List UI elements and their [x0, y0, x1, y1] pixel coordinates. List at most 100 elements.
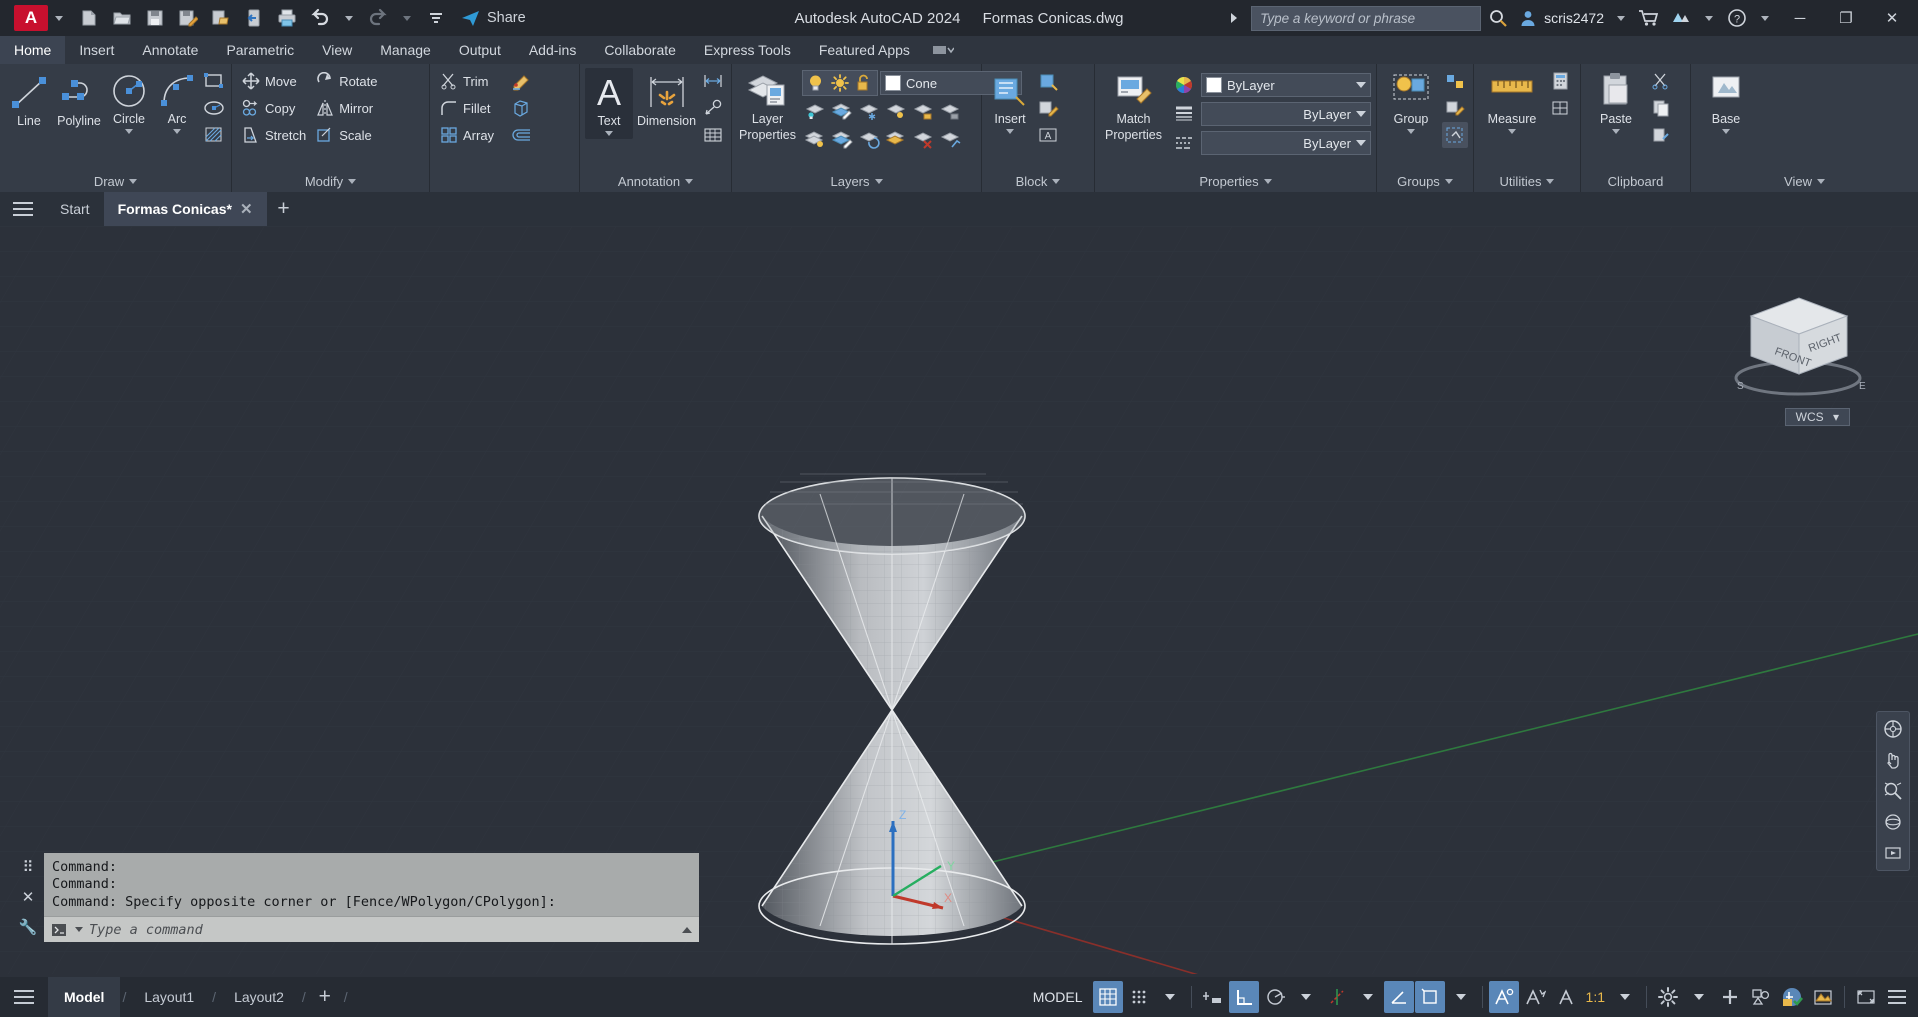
linear-dimension-icon[interactable] [700, 68, 726, 94]
save-icon[interactable] [140, 4, 170, 32]
color-selector[interactable]: ByLayer [1201, 73, 1371, 97]
command-settings-icon[interactable]: 🔧 [19, 918, 38, 936]
command-input[interactable]: Type a command [89, 922, 676, 938]
search-box[interactable] [1251, 5, 1482, 31]
dimension-button[interactable]: Dimension [635, 68, 698, 132]
linetype-chevron-down-icon[interactable] [1356, 140, 1366, 146]
user-account-button[interactable]: scris2472 [1515, 9, 1608, 27]
polyline-button[interactable]: Polyline [55, 68, 103, 132]
mirror-button[interactable]: Mirror [311, 95, 382, 121]
id-point-icon[interactable] [1547, 95, 1573, 121]
linetype-icon[interactable] [1171, 130, 1197, 156]
file-tab-document[interactable]: Formas Conicas* ✕ [103, 192, 267, 226]
arc-button[interactable]: Arc [155, 68, 199, 137]
ribbon-tab-output[interactable]: Output [445, 36, 515, 64]
fillet-button[interactable]: Fillet [435, 95, 508, 121]
open-icon[interactable] [107, 4, 137, 32]
lightbulb-on-icon[interactable] [804, 72, 828, 94]
pan-icon[interactable] [1880, 749, 1906, 771]
layer-freeze-icon[interactable] [856, 98, 882, 124]
command-close-icon[interactable]: ✕ [22, 888, 35, 906]
insert-button[interactable]: Insert [987, 68, 1033, 137]
ribbon-tab-annotate[interactable]: Annotate [128, 36, 212, 64]
layer-change-icon[interactable] [829, 126, 855, 152]
status-bar-menu-icon[interactable] [1882, 981, 1912, 1013]
layer-walk-icon[interactable] [937, 126, 963, 152]
layer-properties-button[interactable]: Layer Properties [737, 68, 798, 146]
object-snap-toggle[interactable] [1383, 981, 1414, 1013]
minimize-button[interactable]: ─ [1778, 0, 1822, 36]
ribbon-tab-manage[interactable]: Manage [366, 36, 445, 64]
rotate-button[interactable]: Rotate [311, 68, 382, 94]
annotation-scale-toggle[interactable] [1551, 981, 1581, 1013]
cloud-chevron-icon[interactable] [1705, 15, 1713, 21]
layout-tab-model[interactable]: Model [48, 977, 121, 1017]
model-space-label[interactable]: MODEL [1024, 989, 1092, 1005]
move-button[interactable]: Move [237, 68, 311, 94]
linetype-selector[interactable]: ByLayer [1201, 131, 1371, 155]
layout-tab-layout2[interactable]: Layout2 [218, 977, 300, 1017]
lineweight-chevron-down-icon[interactable] [1356, 111, 1366, 117]
group-chevron-down-icon[interactable] [1407, 128, 1415, 134]
layer-off-icon[interactable] [883, 98, 909, 124]
copy-button[interactable]: Copy [237, 95, 311, 121]
lineweight-icon[interactable] [1171, 101, 1197, 127]
edit-block-icon[interactable] [1035, 95, 1061, 121]
panel-annotation-caption[interactable]: Annotation [580, 171, 731, 192]
offset-icon[interactable] [508, 122, 534, 148]
panel-groups-caption[interactable]: Groups [1377, 171, 1473, 192]
ellipse-icon[interactable] [201, 95, 227, 121]
panel-draw-caption[interactable]: Draw [0, 171, 231, 192]
grid-display-toggle[interactable] [1092, 981, 1123, 1013]
maximize-button[interactable]: ❐ [1824, 0, 1868, 36]
isolate-objects-icon[interactable] [1746, 981, 1776, 1013]
copy-link-icon[interactable] [1648, 122, 1674, 148]
status-menu-icon[interactable] [0, 977, 48, 1017]
command-expand-icon[interactable] [682, 926, 692, 933]
user-chevron-icon[interactable] [1617, 15, 1625, 21]
panel-modify-caption[interactable]: Modify [232, 171, 429, 192]
layer-match-icon[interactable] [802, 126, 828, 152]
zoom-extents-icon[interactable] [1880, 780, 1906, 802]
measure-button[interactable]: Measure [1479, 68, 1545, 137]
undo-chevron-icon[interactable] [345, 15, 353, 21]
arc-chevron-down-icon[interactable] [173, 128, 181, 134]
cut-icon[interactable] [1648, 68, 1674, 94]
quick-calc-icon[interactable] [1547, 68, 1573, 94]
array-button[interactable]: Array [435, 122, 508, 148]
ribbon-tab-parametric[interactable]: Parametric [212, 36, 308, 64]
layer-lock-icon[interactable] [910, 98, 936, 124]
table-icon[interactable] [700, 122, 726, 148]
polar-chevron-down-icon[interactable] [1291, 981, 1321, 1013]
workspace-chevron-down-icon[interactable] [1684, 981, 1714, 1013]
annotation-scale-label[interactable]: 1:1 [1582, 989, 1609, 1005]
color-chevron-down-icon[interactable] [1356, 82, 1366, 88]
viewcube[interactable]: FRONT RIGHT S E [1713, 268, 1883, 418]
object-snap-tracking-toggle[interactable] [1322, 981, 1352, 1013]
new-icon[interactable] [74, 4, 104, 32]
app-menu-chevron-icon[interactable] [55, 15, 63, 21]
match-properties-button[interactable]: Match Properties [1100, 68, 1167, 146]
copy-clip-icon[interactable] [1648, 95, 1674, 121]
panel-view-caption[interactable]: View [1691, 171, 1918, 192]
group-selection-icon[interactable] [1442, 122, 1468, 148]
command-chevron-down-icon[interactable] [75, 927, 83, 932]
sun-icon[interactable] [828, 72, 852, 94]
ribbon-tab-view[interactable]: View [308, 36, 366, 64]
explode-icon[interactable] [508, 95, 534, 121]
polar-tracking-toggle[interactable] [1260, 981, 1290, 1013]
panel-block-caption[interactable]: Block [982, 171, 1094, 192]
ribbon-tab-home[interactable]: Home [0, 36, 66, 64]
new-layout-button[interactable]: + [308, 977, 342, 1017]
create-block-icon[interactable] [1035, 68, 1061, 94]
drag-handle-icon[interactable]: ⠿ [23, 858, 34, 876]
autoscale-toggle[interactable] [1520, 981, 1550, 1013]
open-from-web-icon[interactable] [239, 4, 269, 32]
new-tab-button[interactable]: + [267, 192, 301, 226]
lineweight-selector[interactable]: ByLayer [1201, 102, 1371, 126]
qat-customize-icon[interactable] [421, 4, 451, 32]
layer-merge-icon[interactable] [883, 126, 909, 152]
application-menu-icon[interactable] [0, 192, 46, 226]
leader-icon[interactable] [700, 95, 726, 121]
clean-screen-icon[interactable] [1851, 981, 1881, 1013]
